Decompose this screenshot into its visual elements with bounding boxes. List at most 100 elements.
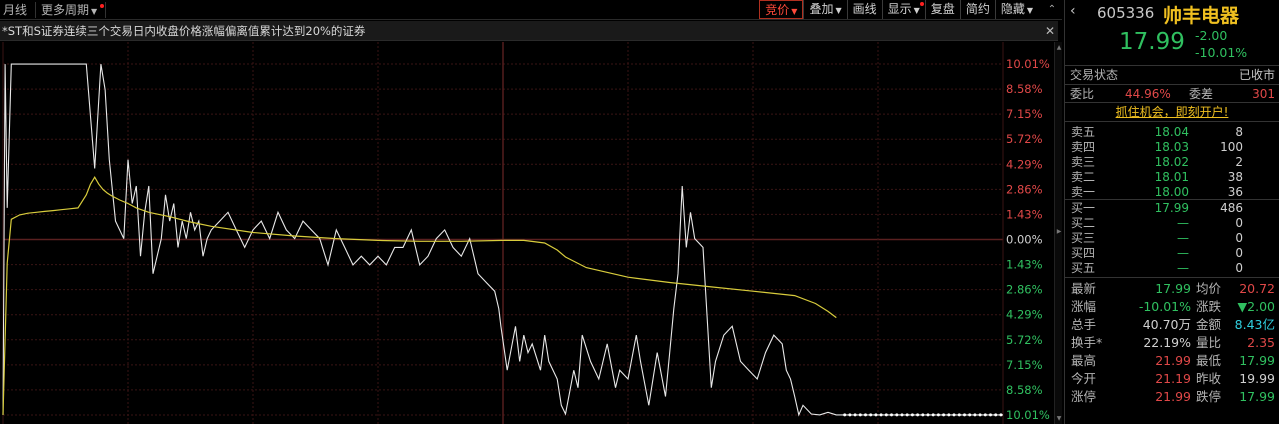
limit-down-marker bbox=[910, 413, 914, 417]
chart-scrollbar[interactable]: ▲ ▶ ▼ bbox=[1054, 42, 1062, 424]
limit-down-marker bbox=[874, 413, 878, 417]
y-tick-label: 2.86% bbox=[1006, 283, 1043, 297]
scroll-up-arrow-icon[interactable]: ▲ bbox=[1055, 44, 1063, 51]
limit-down-marker bbox=[853, 413, 857, 417]
bid-row[interactable]: 买四 — 0 bbox=[1065, 246, 1279, 261]
auction-label: 竞价 bbox=[765, 3, 790, 17]
bid-volume: 0 bbox=[1235, 231, 1243, 245]
auction-button[interactable]: 竞价 ▼ bbox=[759, 0, 804, 19]
hide-button[interactable]: 隐藏 ▼ bbox=[994, 0, 1038, 19]
y-tick-label: 7.15% bbox=[1006, 358, 1043, 372]
bid-row[interactable]: 买五 — 0 bbox=[1065, 261, 1279, 276]
hide-label: 隐藏 bbox=[1000, 2, 1025, 16]
stat-value: 19.99 bbox=[1239, 371, 1275, 386]
limit-down-marker bbox=[921, 413, 925, 417]
bid-label: 买三 bbox=[1071, 231, 1096, 245]
chevron-down-icon: ▼ bbox=[91, 7, 98, 16]
more-periods-dropdown[interactable]: 更多周期 ▼ bbox=[40, 2, 107, 18]
stat-value: -10.01% bbox=[1138, 299, 1191, 314]
replay-label: 复盘 bbox=[930, 2, 955, 16]
ask-price: 18.02 bbox=[1154, 155, 1189, 169]
ask-volume: 100 bbox=[1220, 140, 1243, 154]
intraday-chart-svg: 10.01% 8.58% 7.15% 5.72% 4.29% 2.86% 1.43% 0.00… bbox=[2, 42, 1050, 424]
y-tick-label: 8.58% bbox=[1006, 82, 1043, 96]
limit-down-marker bbox=[890, 413, 893, 417]
display-label: 显示 bbox=[887, 2, 912, 16]
ask-row[interactable]: 卖五 18.04 8 bbox=[1065, 125, 1279, 140]
ask-book: 卖五 18.04 8 卖四 18.03 100 卖三 18.02 2 卖二 18.01 38 卖一 18.… bbox=[1065, 122, 1279, 200]
stat-row: 最新 17.99 均价 20.72 bbox=[1065, 280, 1279, 298]
display-button[interactable]: 显示 ▼ bbox=[881, 0, 925, 19]
stat-row: 总手 40.70万 金额 8.43亿 bbox=[1065, 316, 1279, 334]
ask-volume: 2 bbox=[1235, 155, 1243, 169]
limit-down-marker bbox=[858, 413, 862, 417]
limit-down-marker bbox=[978, 413, 982, 417]
ask-volume: 8 bbox=[1235, 125, 1243, 139]
close-icon[interactable]: ✕ bbox=[1045, 21, 1055, 41]
simple-label: 简约 bbox=[965, 2, 990, 16]
ask-label: 卖四 bbox=[1071, 140, 1096, 154]
stat-row: 涨停 21.99 跌停 17.99 bbox=[1065, 388, 1279, 406]
chart-toolbar: 月线 更多周期 ▼ 竞价 ▼ 叠加 ▼ 画线 显示 ▼ 复盘 简约 隐藏 ▼ ⌃ bbox=[0, 0, 1062, 20]
limit-down-marker bbox=[973, 413, 977, 417]
notification-dot bbox=[100, 4, 105, 8]
limit-down-marker bbox=[843, 413, 847, 417]
weicha-label: 委差 bbox=[1189, 87, 1214, 101]
stat-row: 今开 21.19 昨收 19.99 bbox=[1065, 370, 1279, 388]
period-monthly[interactable]: 月线 bbox=[2, 2, 37, 18]
ask-row[interactable]: 卖三 18.02 2 bbox=[1065, 155, 1279, 170]
limit-down-marker bbox=[942, 413, 946, 417]
bid-price: 17.99 bbox=[1154, 201, 1189, 215]
ask-row[interactable]: 卖一 18.00 36 bbox=[1065, 185, 1279, 200]
ask-row[interactable]: 卖四 18.03 100 bbox=[1065, 140, 1279, 155]
open-account-label: 抓住机会，即刻开户! bbox=[1115, 105, 1229, 119]
y-tick-label: 4.29% bbox=[1006, 308, 1043, 322]
open-account-link[interactable]: 抓住机会，即刻开户! bbox=[1065, 102, 1279, 122]
ask-price: 18.01 bbox=[1154, 170, 1189, 184]
stat-value: 8.43亿 bbox=[1234, 317, 1275, 332]
stat-label: 最高 bbox=[1071, 353, 1097, 368]
period-monthly-label: 月线 bbox=[3, 3, 28, 17]
limit-down-marker bbox=[884, 413, 888, 417]
stat-row: 涨幅 -10.01% 涨跌 ▼2.00 bbox=[1065, 298, 1279, 316]
limit-down-marker bbox=[905, 413, 909, 417]
stat-value: 2.35 bbox=[1247, 335, 1275, 350]
weibi-label: 委比 bbox=[1070, 87, 1095, 101]
stat-value: ▼2.00 bbox=[1237, 299, 1275, 314]
stat-label: 最新 bbox=[1071, 281, 1097, 296]
bid-label: 买四 bbox=[1071, 246, 1096, 260]
draw-line-button[interactable]: 画线 bbox=[846, 0, 882, 19]
bid-row[interactable]: 买二 — 0 bbox=[1065, 216, 1279, 231]
bid-row[interactable]: 买三 — 0 bbox=[1065, 231, 1279, 246]
toolbar-actions: 竞价 ▼ 叠加 ▼ 画线 显示 ▼ 复盘 简约 隐藏 ▼ bbox=[759, 0, 1038, 20]
bid-row[interactable]: 买一 17.99 486 bbox=[1065, 201, 1279, 216]
y-tick-label: 10.01% bbox=[1006, 408, 1050, 422]
chart-grid bbox=[2, 42, 1004, 424]
overlay-button[interactable]: 叠加 ▼ bbox=[803, 0, 846, 19]
quote-panel: ‹ 605336 帅丰电器 17.99 -2.00 -10.01% 交易状态 已… bbox=[1064, 0, 1279, 424]
stock-name[interactable]: 帅丰电器 bbox=[1163, 1, 1239, 28]
intraday-chart[interactable]: 10.01% 8.58% 7.15% 5.72% 4.29% 2.86% 1.43% 0.00… bbox=[0, 42, 1062, 424]
limit-down-marker bbox=[957, 413, 961, 417]
ask-row[interactable]: 卖二 18.01 38 bbox=[1065, 170, 1279, 185]
y-tick-label: 7.15% bbox=[1006, 107, 1043, 121]
simple-button[interactable]: 简约 bbox=[959, 0, 995, 19]
limit-down-marker bbox=[869, 413, 873, 417]
stat-label: 金额 bbox=[1196, 317, 1222, 332]
scroll-down-arrow-icon[interactable]: ▼ bbox=[1055, 415, 1063, 422]
order-ratio-row: 委比 44.96% 委差 301 bbox=[1065, 84, 1279, 102]
replay-button[interactable]: 复盘 bbox=[924, 0, 960, 19]
chevron-down-icon: ▼ bbox=[1026, 6, 1033, 15]
chevron-down-icon: ▼ bbox=[835, 6, 842, 15]
bid-volume: 0 bbox=[1235, 246, 1243, 260]
bid-label: 买五 bbox=[1071, 261, 1096, 275]
chevron-down-icon: ▼ bbox=[913, 6, 920, 15]
y-axis-ticks: 10.01% 8.58% 7.15% 5.72% 4.29% 2.86% 1.43% 0.00… bbox=[1006, 57, 1050, 422]
stat-label: 涨停 bbox=[1071, 389, 1097, 404]
scroll-middle-arrow-icon[interactable]: ▶ bbox=[1055, 228, 1063, 235]
stat-value: 20.72 bbox=[1239, 281, 1275, 296]
limit-down-marker bbox=[931, 413, 935, 417]
collapse-up-icon[interactable]: ⌃ bbox=[1044, 2, 1060, 18]
back-arrow-icon[interactable]: ‹ bbox=[1070, 3, 1076, 19]
stat-label: 涨幅 bbox=[1071, 299, 1097, 314]
